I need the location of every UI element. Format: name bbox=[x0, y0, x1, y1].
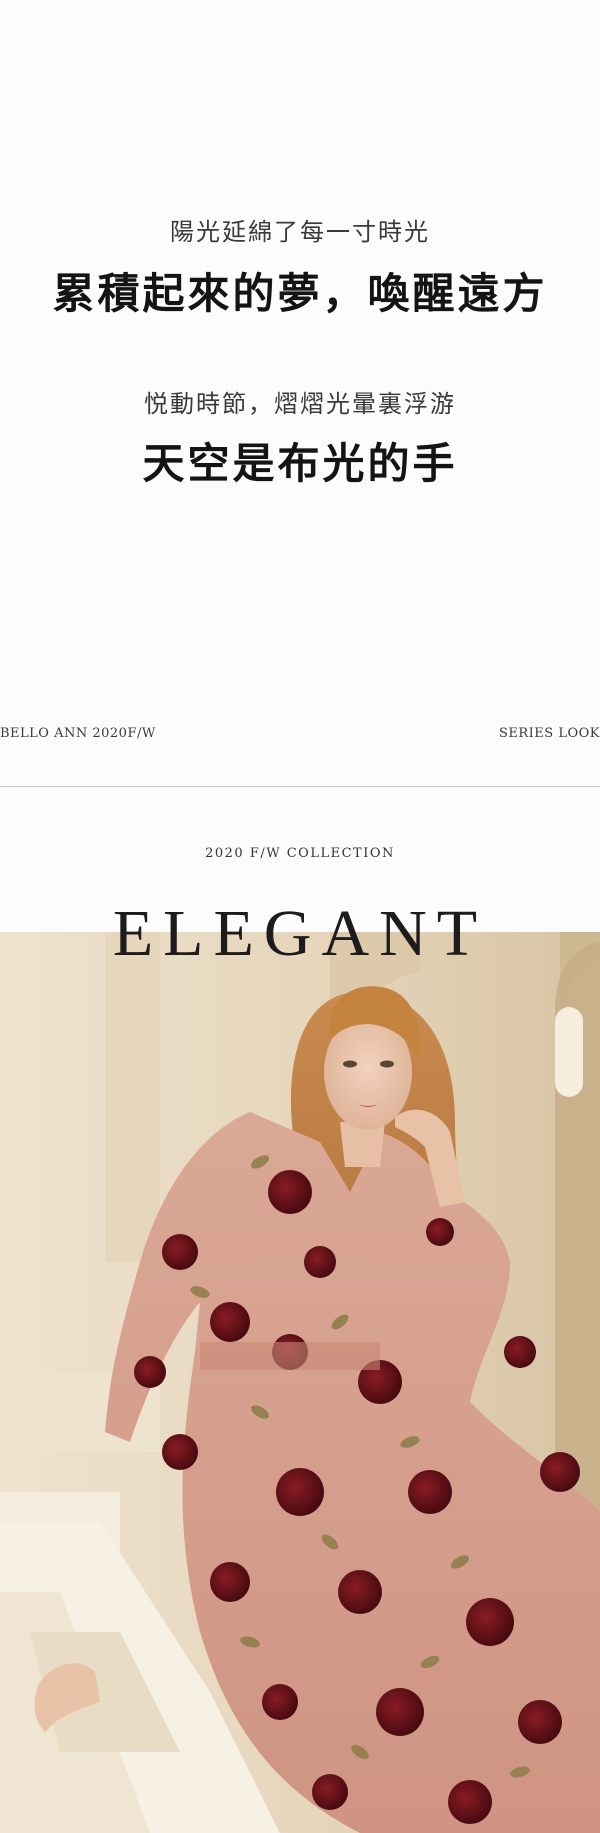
poem-2-title: 天空是布光的手 bbox=[142, 439, 458, 488]
photo-illustration bbox=[0, 932, 600, 1833]
poem-1-title: 累積起來的夢，喚醒遠方 bbox=[52, 269, 548, 318]
series-footer: BELLO ANN 2020F/W SERIES LOOK bbox=[0, 726, 600, 746]
collection-headline: ELEGANT bbox=[112, 897, 488, 970]
collection-label: 2020 F/W COLLECTION bbox=[205, 846, 395, 861]
divider bbox=[0, 786, 600, 787]
model-in-floral-dress-image bbox=[0, 932, 600, 1833]
brand-season-label: BELLO ANN 2020F/W bbox=[0, 726, 156, 741]
page: 陽光延綿了每一寸時光 累積起來的夢，喚醒遠方 悦動時節，熠熠光暈裏浮游 天空是布… bbox=[0, 0, 600, 1833]
series-look-label: SERIES LOOK bbox=[498, 726, 600, 741]
poem-2-subtitle: 悦動時節，熠熠光暈裏浮游 bbox=[144, 390, 456, 418]
poem-1-subtitle: 陽光延綿了每一寸時光 bbox=[170, 218, 430, 246]
